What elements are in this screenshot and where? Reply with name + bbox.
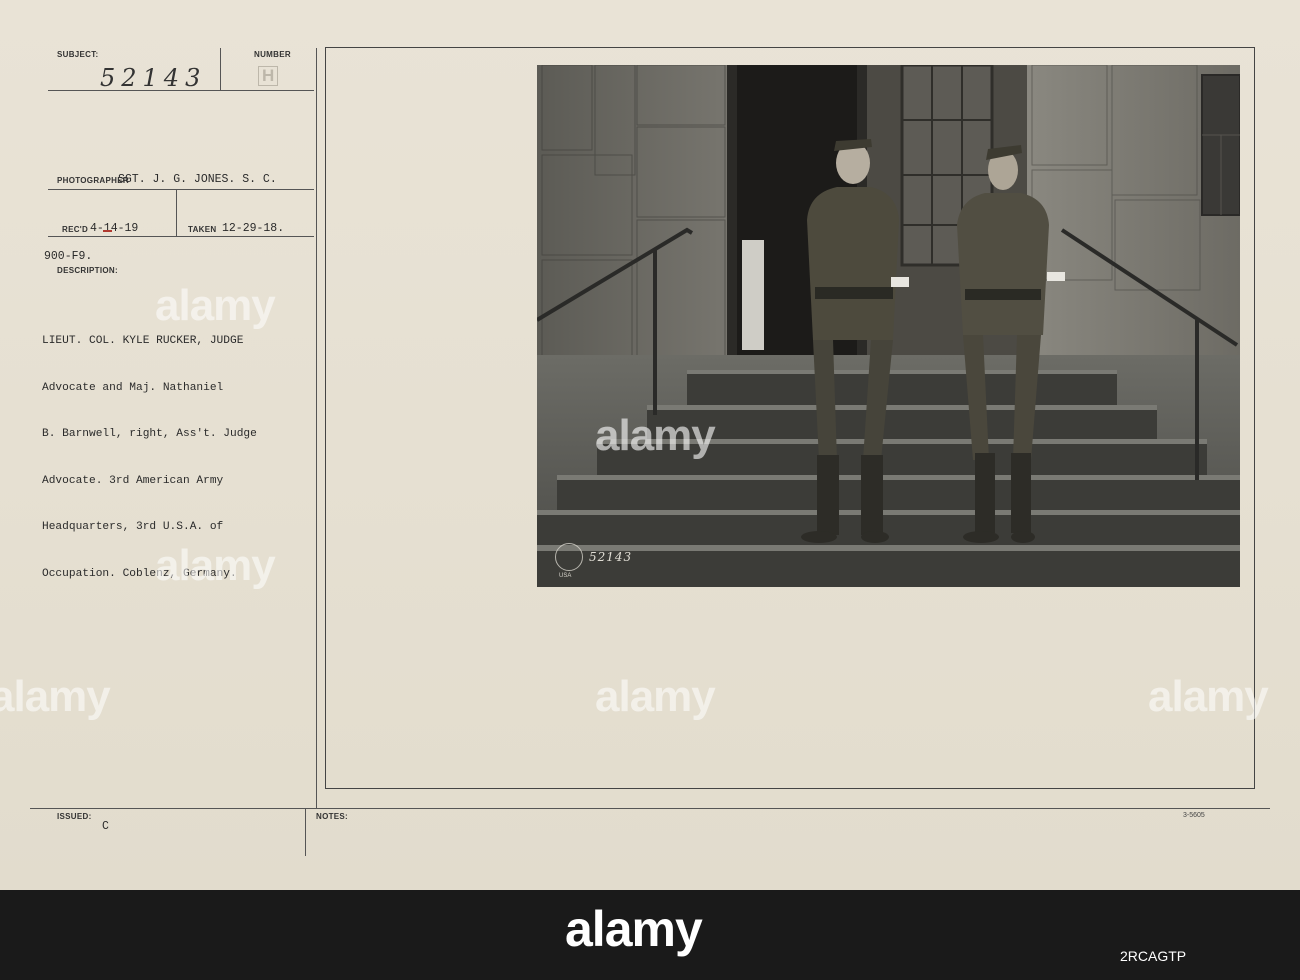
taken-label: TAKEN	[188, 225, 217, 234]
footer-logo: alamy	[565, 901, 703, 957]
recd-label: REC'D	[62, 225, 89, 234]
recd-value: 4-14-19	[90, 222, 139, 235]
issued-label: ISSUED:	[57, 812, 92, 821]
divider-bottom	[30, 808, 1270, 809]
photo-stamp-number: 52143	[589, 550, 633, 564]
divider-taken	[176, 190, 177, 236]
archive-card: SUBJECT: 52143 NUMBER H PHOTOGRAPHER SGT…	[0, 0, 1300, 890]
signal-corps-seal	[555, 543, 583, 571]
watermark: alamy	[155, 541, 276, 590]
divider-column	[316, 48, 317, 808]
description-line: LIEUT. COL. KYLE RUCKER, JUDGE	[42, 335, 244, 347]
subject-label: SUBJECT:	[57, 50, 99, 59]
watermark: alamy	[155, 281, 276, 330]
recd-red-mark	[103, 230, 112, 232]
description-line: Headquarters, 3rd U.S.A. of	[42, 521, 224, 533]
form-number: 3-5605	[1183, 812, 1205, 819]
watermark: alamy	[1148, 672, 1269, 721]
number-value: H	[258, 66, 279, 86]
photograph: USA 52143	[537, 65, 1240, 587]
photograph-svg	[537, 65, 1240, 587]
divider-issued	[305, 808, 306, 856]
file-code: 900-F9.	[44, 250, 93, 263]
description-line: B. Barnwell, right, Ass't. Judge	[42, 428, 257, 440]
notes-label: NOTES:	[316, 812, 349, 821]
description-line: Advocate. 3rd American Army	[42, 474, 224, 487]
description-line: Advocate and Maj. Nathaniel	[42, 381, 224, 394]
photographer-value: SGT. J. G. JONES. S. C.	[118, 173, 277, 186]
photo-stamp-org: USA	[559, 573, 572, 579]
subject-number: 52143	[100, 64, 207, 92]
divider-number	[220, 48, 221, 90]
watermark: alamy	[595, 672, 716, 721]
number-label: NUMBER	[254, 50, 291, 59]
divider-dates	[48, 236, 314, 237]
issued-value: C	[102, 820, 109, 833]
description-label: DESCRIPTION:	[57, 266, 118, 275]
image-id: 2RCAGTP	[1120, 948, 1187, 964]
watermark: alamy	[595, 411, 716, 460]
watermark: alamy	[0, 672, 111, 721]
taken-value: 12-29-18.	[222, 222, 285, 235]
divider-photographer	[48, 189, 314, 190]
